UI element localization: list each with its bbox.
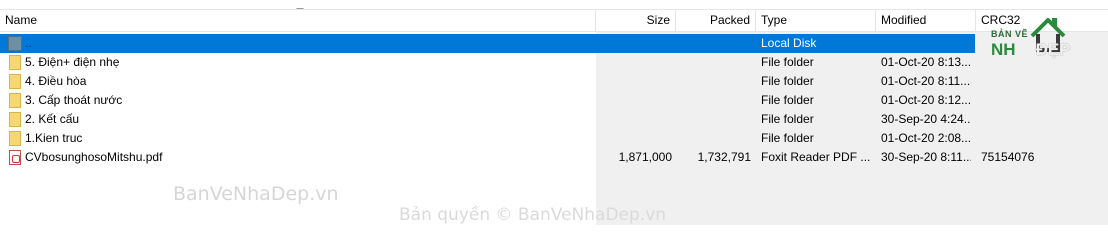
row-name: .. (25, 36, 32, 50)
row-modified: 01-Oct-20 8:12... (881, 93, 971, 107)
row-packed: 1,732,791 (697, 150, 751, 164)
column-header-modified[interactable]: Modified (876, 10, 976, 31)
pdf-file-icon (9, 150, 21, 165)
row-size (597, 110, 672, 129)
table-row[interactable]: .. Local Disk (0, 34, 975, 53)
logo-text-top: BẢN VẼ (991, 29, 1029, 39)
row-name: 5. Điện+ điện nhẹ (25, 55, 120, 69)
row-crc (981, 91, 1091, 110)
folder-icon (9, 131, 21, 146)
watermark-text: BanVeNhaDep.vn (173, 183, 339, 205)
row-type: File folder (761, 112, 814, 126)
row-packed (676, 53, 751, 72)
column-header-name[interactable]: Name (0, 10, 596, 31)
table-row[interactable]: CVbosunghosoMitshu.pdf 1,871,000 1,732,7… (0, 148, 1034, 167)
row-size (597, 72, 672, 91)
logo-text-dep: ĐẸP (1035, 40, 1071, 59)
copyright-watermark: Bản quyền © BanVeNhaDep.vn (399, 205, 667, 225)
folder-icon (9, 55, 21, 70)
table-row[interactable]: 2. Kết cấu File folder 30-Sep-20 4:24... (0, 110, 975, 129)
row-modified: 01-Oct-20 8:13... (881, 55, 971, 69)
row-name: 4. Điều hòa (25, 74, 87, 88)
row-modified: 01-Oct-20 2:08... (881, 131, 971, 145)
row-type: File folder (761, 93, 814, 107)
row-name: CVbosunghosoMitshu.pdf (25, 150, 163, 164)
row-name: 2. Kết cấu (25, 112, 80, 126)
row-packed (676, 34, 751, 53)
row-name: 1.Kien truc (25, 131, 83, 145)
row-crc (981, 129, 1091, 148)
folder-up-icon (8, 36, 22, 51)
logo-text-main: NH ĐẸP (991, 40, 1071, 60)
table-row[interactable]: 5. Điện+ điện nhẹ File folder 01-Oct-20 … (0, 53, 975, 72)
row-modified: 01-Oct-20 8:11... (881, 74, 971, 88)
column-header-type-label: Type (761, 13, 788, 27)
table-row[interactable]: 4. Điều hòa File folder 01-Oct-20 8:11..… (0, 72, 975, 91)
row-type: File folder (761, 55, 814, 69)
table-row[interactable]: 1.Kien truc File folder 01-Oct-20 2:08..… (0, 129, 975, 148)
folder-icon (9, 112, 21, 127)
row-size (597, 129, 672, 148)
row-modified (881, 34, 971, 53)
folder-icon (9, 74, 21, 89)
top-strip (0, 0, 1108, 9)
column-header-name-label: Name (5, 13, 38, 27)
column-header-modified-label: Modified (881, 13, 927, 27)
row-type: File folder (761, 131, 814, 145)
row-name: 3. Cấp thoát nước (25, 93, 123, 107)
column-header-packed[interactable]: Packed (676, 10, 756, 31)
row-size (597, 53, 672, 72)
row-packed (676, 91, 751, 110)
column-header-size-label: Size (646, 13, 670, 27)
folder-icon (9, 93, 21, 108)
row-packed (676, 129, 751, 148)
column-header-packed-label: Packed (709, 13, 750, 27)
row-type: Foxit Reader PDF ... (761, 150, 871, 164)
row-size (597, 91, 672, 110)
row-size (597, 34, 672, 53)
row-crc: 75154076 (981, 150, 1035, 164)
column-header-type[interactable]: Type (756, 10, 876, 31)
row-size: 1,871,000 (618, 150, 672, 164)
row-packed (676, 72, 751, 91)
column-header: Name Size Packed Type Modified CRC32 (0, 9, 1108, 32)
row-crc (981, 110, 1091, 129)
row-modified: 30-Sep-20 4:24... (881, 112, 971, 126)
row-type: Local Disk (761, 36, 817, 50)
column-header-size[interactable]: Size (596, 10, 676, 31)
row-packed (676, 110, 751, 129)
row-modified: 30-Sep-20 8:11... (881, 150, 971, 164)
row-crc (981, 72, 1091, 91)
row-type: File folder (761, 74, 814, 88)
table-row[interactable]: 3. Cấp thoát nước File folder 01-Oct-20 … (0, 91, 975, 110)
logo-text-nha: NH (991, 40, 1016, 59)
site-logo: BẢN VẼ NH ĐẸP (986, 14, 1104, 64)
